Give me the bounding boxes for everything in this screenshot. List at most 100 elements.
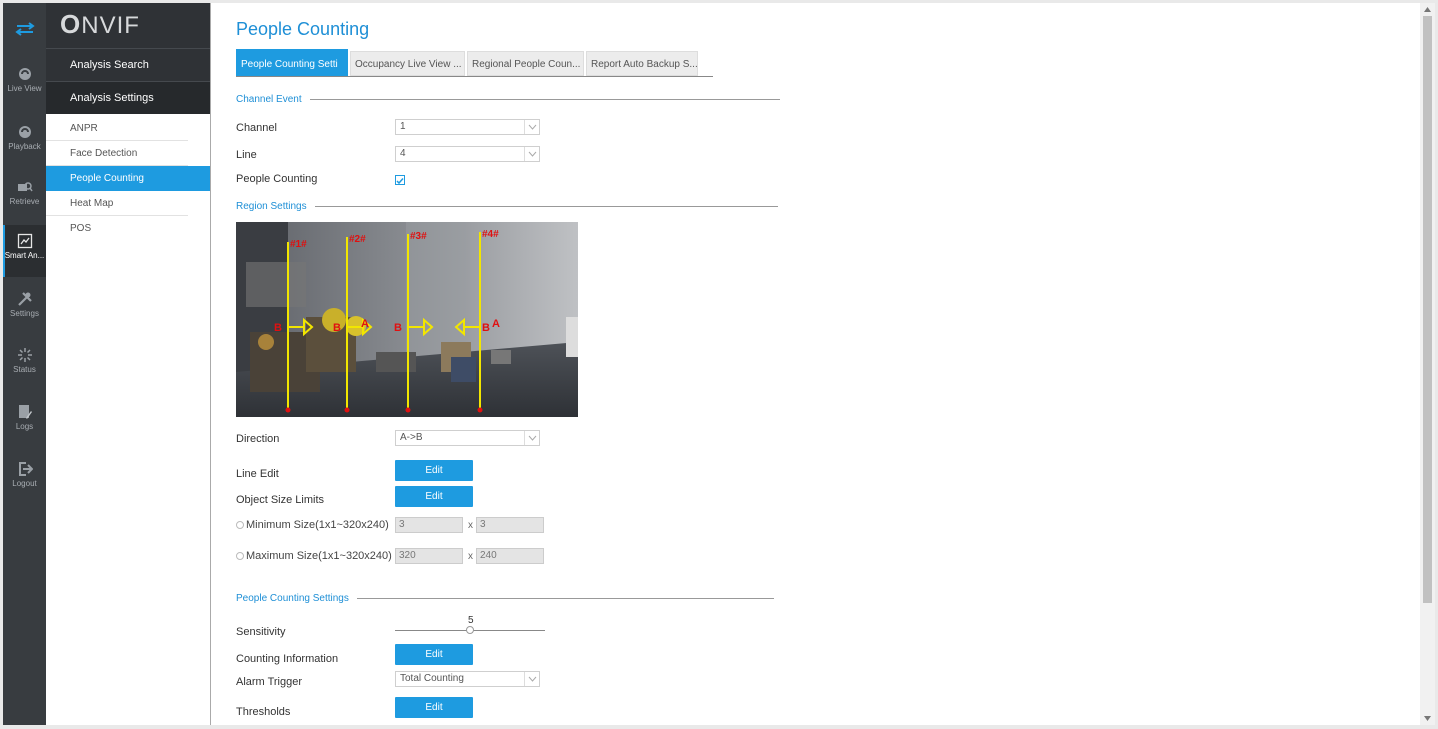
rail-label: Status bbox=[13, 365, 36, 374]
sensitivity-value: 5 bbox=[468, 615, 474, 626]
line-edit-label: Line Edit bbox=[236, 468, 279, 480]
object-size-label: Object Size Limits bbox=[236, 494, 325, 506]
people-counting-checkbox[interactable] bbox=[395, 175, 405, 185]
rail-item-logs[interactable]: Logs bbox=[3, 396, 46, 448]
swap-arrows-icon bbox=[14, 22, 35, 36]
rail-label: Live View bbox=[7, 84, 42, 93]
smart-analysis-icon bbox=[17, 233, 32, 249]
chevron-down-icon bbox=[524, 147, 539, 161]
min-size-radio[interactable]: Minimum Size(1x1~320x240) bbox=[236, 519, 389, 531]
submenu-item-face-detection[interactable]: Face Detection bbox=[46, 141, 188, 166]
rail-label: Retrieve bbox=[9, 197, 40, 206]
chevron-down-icon bbox=[524, 431, 539, 445]
section-region-settings: Region Settings bbox=[236, 201, 778, 212]
chevron-down-icon bbox=[524, 120, 539, 134]
min-width-input[interactable]: 3 bbox=[395, 517, 463, 533]
retrieve-icon bbox=[17, 182, 33, 192]
status-icon bbox=[17, 348, 32, 362]
scroll-up-icon[interactable] bbox=[1423, 4, 1432, 14]
section-title: People Counting Settings bbox=[236, 593, 349, 604]
max-size-radio[interactable]: Maximum Size(1x1~320x240) bbox=[236, 550, 392, 562]
side-label-b: B bbox=[333, 322, 341, 334]
scroll-down-icon[interactable] bbox=[1423, 713, 1432, 723]
logs-icon bbox=[18, 405, 32, 419]
section-rule bbox=[314, 206, 778, 207]
radio-circle[interactable] bbox=[236, 552, 244, 560]
onvif-logo: ONVIF bbox=[60, 9, 140, 39]
side-label-a: A bbox=[492, 318, 500, 330]
logo-area: ONVIF bbox=[46, 3, 210, 48]
rail-item-smart-analysis[interactable]: Smart An... bbox=[3, 225, 46, 277]
line-select[interactable]: 4 bbox=[395, 146, 540, 162]
thresholds-edit-button[interactable]: Edit bbox=[395, 697, 473, 718]
section-channel-event: Channel Event bbox=[236, 94, 780, 105]
line-tag: #4# bbox=[482, 229, 499, 240]
sensitivity-slider-handle[interactable] bbox=[466, 626, 474, 634]
min-size-label: Minimum Size(1x1~320x240) bbox=[246, 519, 389, 531]
radio-circle[interactable] bbox=[236, 521, 244, 529]
rail-item-live-view[interactable]: Live View bbox=[3, 58, 46, 110]
side-label-b: B bbox=[274, 322, 282, 334]
camera-preview[interactable]: #1# B #2# B A #3# B #4# B A bbox=[236, 222, 578, 417]
icon-rail: Live View Playback Retrieve Smart An... … bbox=[3, 3, 46, 725]
section-rule bbox=[309, 99, 780, 100]
side-label-b: B bbox=[394, 322, 402, 334]
rail-item-status[interactable]: Status bbox=[3, 339, 46, 391]
direction-label: Direction bbox=[236, 433, 280, 445]
line-endpoint bbox=[344, 407, 350, 413]
rail-item-logout[interactable]: Logout bbox=[3, 453, 46, 505]
tab-bar: People Counting Setti Occupancy Live Vie… bbox=[236, 49, 700, 76]
counting-info-edit-button[interactable]: Edit bbox=[395, 644, 473, 665]
max-height-input[interactable]: 240 bbox=[476, 548, 544, 564]
menu-analysis-settings[interactable]: Analysis Settings bbox=[46, 81, 210, 114]
menu-toggle-button[interactable] bbox=[3, 17, 46, 41]
tab-divider bbox=[236, 76, 713, 77]
counting-lines-overlay[interactable]: #1#B#2#B A#3#B#4#B A bbox=[236, 222, 578, 417]
tab-people-counting-settings[interactable]: People Counting Setti bbox=[236, 49, 348, 76]
rail-label: Logs bbox=[15, 422, 34, 431]
submenu-item-pos[interactable]: POS bbox=[46, 216, 188, 241]
rail-item-settings[interactable]: Settings bbox=[3, 283, 46, 335]
tab-regional-people-counting[interactable]: Regional People Coun... bbox=[467, 51, 584, 76]
line-endpoint bbox=[285, 407, 291, 413]
section-people-counting-settings: People Counting Settings bbox=[236, 593, 774, 604]
direction-select[interactable]: A->B bbox=[395, 430, 540, 446]
line-endpoint bbox=[477, 407, 483, 413]
submenu-panel: ONVIF Analysis Search Analysis Settings … bbox=[46, 3, 211, 725]
chevron-down-icon bbox=[524, 672, 539, 686]
direction-value: A->B bbox=[400, 432, 423, 443]
min-height-input[interactable]: 3 bbox=[476, 517, 544, 533]
playback-icon bbox=[18, 126, 31, 138]
line-label: Line bbox=[236, 149, 257, 161]
rail-label: Settings bbox=[10, 309, 39, 318]
rail-item-retrieve[interactable]: Retrieve bbox=[3, 171, 46, 223]
submenu-item-anpr[interactable]: ANPR bbox=[46, 116, 188, 141]
vertical-scrollbar[interactable] bbox=[1420, 3, 1435, 725]
section-rule bbox=[356, 598, 774, 599]
submenu-item-people-counting[interactable]: People Counting bbox=[46, 166, 210, 191]
rail-item-playback[interactable]: Playback bbox=[3, 116, 46, 168]
settings-icon bbox=[17, 292, 32, 306]
direction-arrowhead bbox=[454, 317, 465, 337]
line-tag: #3# bbox=[410, 231, 427, 242]
line-edit-button[interactable]: Edit bbox=[395, 460, 473, 481]
channel-select[interactable]: 1 bbox=[395, 119, 540, 135]
live-view-icon bbox=[18, 68, 31, 80]
line-value: 4 bbox=[400, 148, 406, 159]
direction-arrowhead bbox=[303, 317, 314, 337]
scrollbar-thumb[interactable] bbox=[1423, 16, 1432, 603]
app-window: Live View Playback Retrieve Smart An... … bbox=[3, 3, 1435, 725]
main-content: People Counting People Counting Setti Oc… bbox=[213, 3, 1418, 725]
thresholds-label: Thresholds bbox=[236, 706, 291, 718]
channel-value: 1 bbox=[400, 121, 406, 132]
submenu-item-heat-map[interactable]: Heat Map bbox=[46, 191, 188, 216]
object-size-edit-button[interactable]: Edit bbox=[395, 486, 473, 507]
line-endpoint bbox=[405, 407, 411, 413]
alarm-trigger-select[interactable]: Total Counting bbox=[395, 671, 540, 687]
max-width-input[interactable]: 320 bbox=[395, 548, 463, 564]
tab-report-auto-backup[interactable]: Report Auto Backup S... bbox=[586, 51, 698, 76]
people-counting-label: People Counting bbox=[236, 173, 318, 185]
tab-occupancy-live-view[interactable]: Occupancy Live View ... bbox=[350, 51, 465, 76]
menu-analysis-search[interactable]: Analysis Search bbox=[46, 48, 210, 81]
rail-label: Smart An... bbox=[4, 251, 45, 260]
